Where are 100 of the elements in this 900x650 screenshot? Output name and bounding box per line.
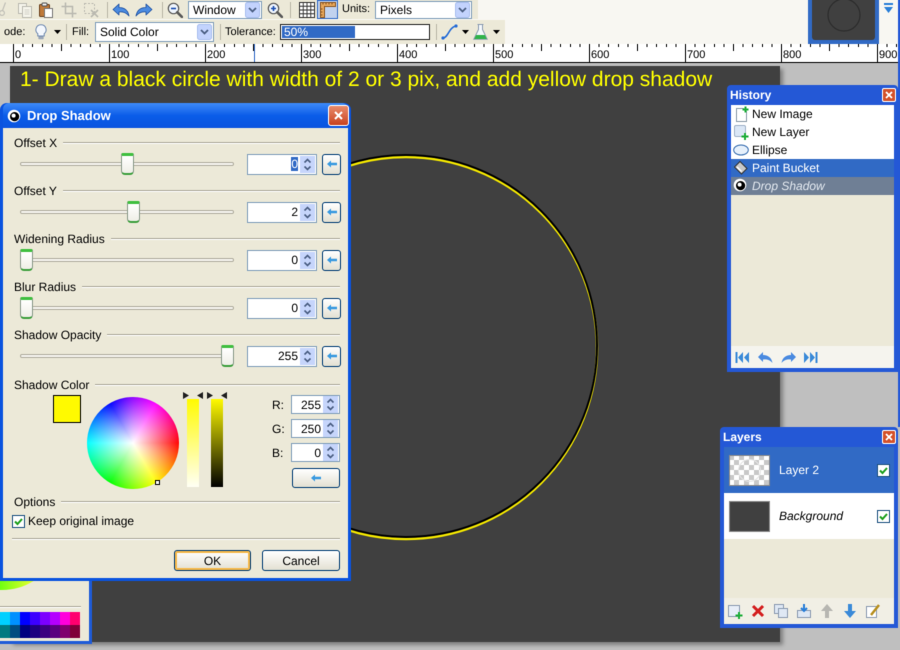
spinner-arrows-icon[interactable] [300,252,315,268]
reset-button[interactable] [322,346,341,366]
number-field[interactable]: 0 [291,443,340,462]
visibility-checkbox[interactable] [877,464,890,476]
close-button[interactable] [882,88,896,102]
zoom-in-icon[interactable] [267,2,283,18]
color-swatch[interactable] [30,612,40,625]
caret-icon[interactable] [493,30,500,34]
color-swatch[interactable] [53,395,81,423]
color-swatch[interactable] [10,612,20,625]
number-field[interactable]: 255 [247,346,317,366]
reset-button[interactable] [322,202,341,222]
reset-button[interactable] [292,468,340,488]
color-swatch[interactable] [0,612,10,625]
bar-handle-icon[interactable] [207,392,227,399]
spinner-arrows-icon[interactable] [323,420,338,437]
slider[interactable] [20,153,234,175]
color-swatch[interactable] [40,625,50,638]
reset-button[interactable] [322,298,341,318]
curve-icon[interactable] [441,24,458,40]
fill-dropdown[interactable]: Solid Color [95,22,214,42]
close-button[interactable] [328,105,349,126]
color-swatch[interactable] [60,612,70,625]
slider-thumb[interactable] [120,153,134,175]
color-swatch[interactable] [70,625,80,638]
layer-item[interactable]: Layer 2 [724,447,894,493]
dialog-button[interactable]: OK [174,550,251,571]
visibility-checkbox[interactable] [877,510,890,522]
color-swatch[interactable] [60,625,70,638]
grid-toggle[interactable] [296,0,317,19]
ruler-toggle[interactable] [317,0,338,19]
zoom-dropdown[interactable]: Window [188,0,262,18]
arrow-down-icon[interactable] [842,603,858,619]
color-wheel[interactable] [0,581,34,591]
undo-icon[interactable] [757,350,773,364]
number-field[interactable]: 0 [247,298,317,318]
reset-button[interactable] [322,154,341,174]
undo-icon[interactable] [112,2,130,18]
slider-thumb[interactable] [221,345,234,367]
spinner-arrows-icon[interactable] [323,396,338,413]
color-swatch[interactable] [30,625,40,638]
color-swatch[interactable] [20,612,30,625]
slider-thumb[interactable] [20,297,33,319]
clipboard-icon[interactable] [38,2,54,18]
color-swatch[interactable] [40,612,50,625]
delete-icon[interactable] [750,603,766,619]
color-swatch[interactable] [70,612,80,625]
caret-icon[interactable] [462,30,469,34]
redo-icon[interactable] [135,2,153,18]
section-label: Offset Y [14,184,57,198]
slider-thumb[interactable] [126,201,140,223]
number-field[interactable]: 0 [247,154,317,174]
skip-to-start-icon[interactable] [735,350,749,364]
arrow-down-icon[interactable] [884,3,893,14]
spinner-arrows-icon[interactable] [300,300,315,316]
tray-arrow-icon[interactable] [796,603,812,619]
arrow-left-icon [326,352,336,360]
history-item[interactable]: New Image [731,105,894,123]
close-button[interactable] [882,430,896,444]
color-swatch[interactable] [20,625,30,638]
units-dropdown[interactable]: Pixels [375,0,472,18]
zoom-out-icon[interactable] [167,2,183,18]
spinner-arrows-icon[interactable] [300,204,315,220]
skip-to-end-icon[interactable] [804,350,818,364]
dialog-button[interactable]: Cancel [262,550,340,571]
slider[interactable] [20,201,234,223]
checkbox[interactable] [12,514,25,528]
slider-thumb[interactable] [20,249,33,271]
tolerance-slider[interactable]: 50% [280,24,430,40]
caret-icon[interactable] [54,30,61,34]
lightbulb-icon[interactable] [35,24,47,40]
slider[interactable] [20,249,234,271]
selection-marker-icon[interactable] [155,480,160,485]
history-item[interactable]: Paint Bucket [731,159,894,177]
color-swatch[interactable] [10,625,20,638]
number-field[interactable]: 255 [291,395,340,414]
redo-icon[interactable] [781,350,797,364]
layer-plus-icon[interactable] [727,603,743,619]
color-swatch[interactable] [50,612,60,625]
spinner-arrows-icon[interactable] [323,444,338,461]
slider[interactable] [20,345,234,367]
brightness-bar[interactable] [211,399,223,487]
spinner-arrows-icon[interactable] [300,348,315,364]
history-item[interactable]: Ellipse [731,141,894,159]
navigator-thumbnail[interactable] [808,0,879,44]
slider[interactable] [20,297,234,319]
page-pencil-icon[interactable] [865,603,881,619]
stacked-squares-icon[interactable] [773,603,789,619]
reset-button[interactable] [322,250,341,270]
section-label: Options [14,495,56,509]
color-swatch[interactable] [0,625,10,638]
layer-item[interactable]: Background [724,493,894,539]
number-field[interactable]: 250 [291,419,340,438]
section-label: Widening Radius [14,232,105,246]
color-swatch[interactable] [50,625,60,638]
number-field[interactable]: 2 [247,202,317,222]
number-field[interactable]: 0 [247,250,317,270]
spinner-arrows-icon[interactable] [300,156,315,172]
page-plus-icon [733,106,749,122]
bar-handle-icon[interactable] [183,392,203,399]
